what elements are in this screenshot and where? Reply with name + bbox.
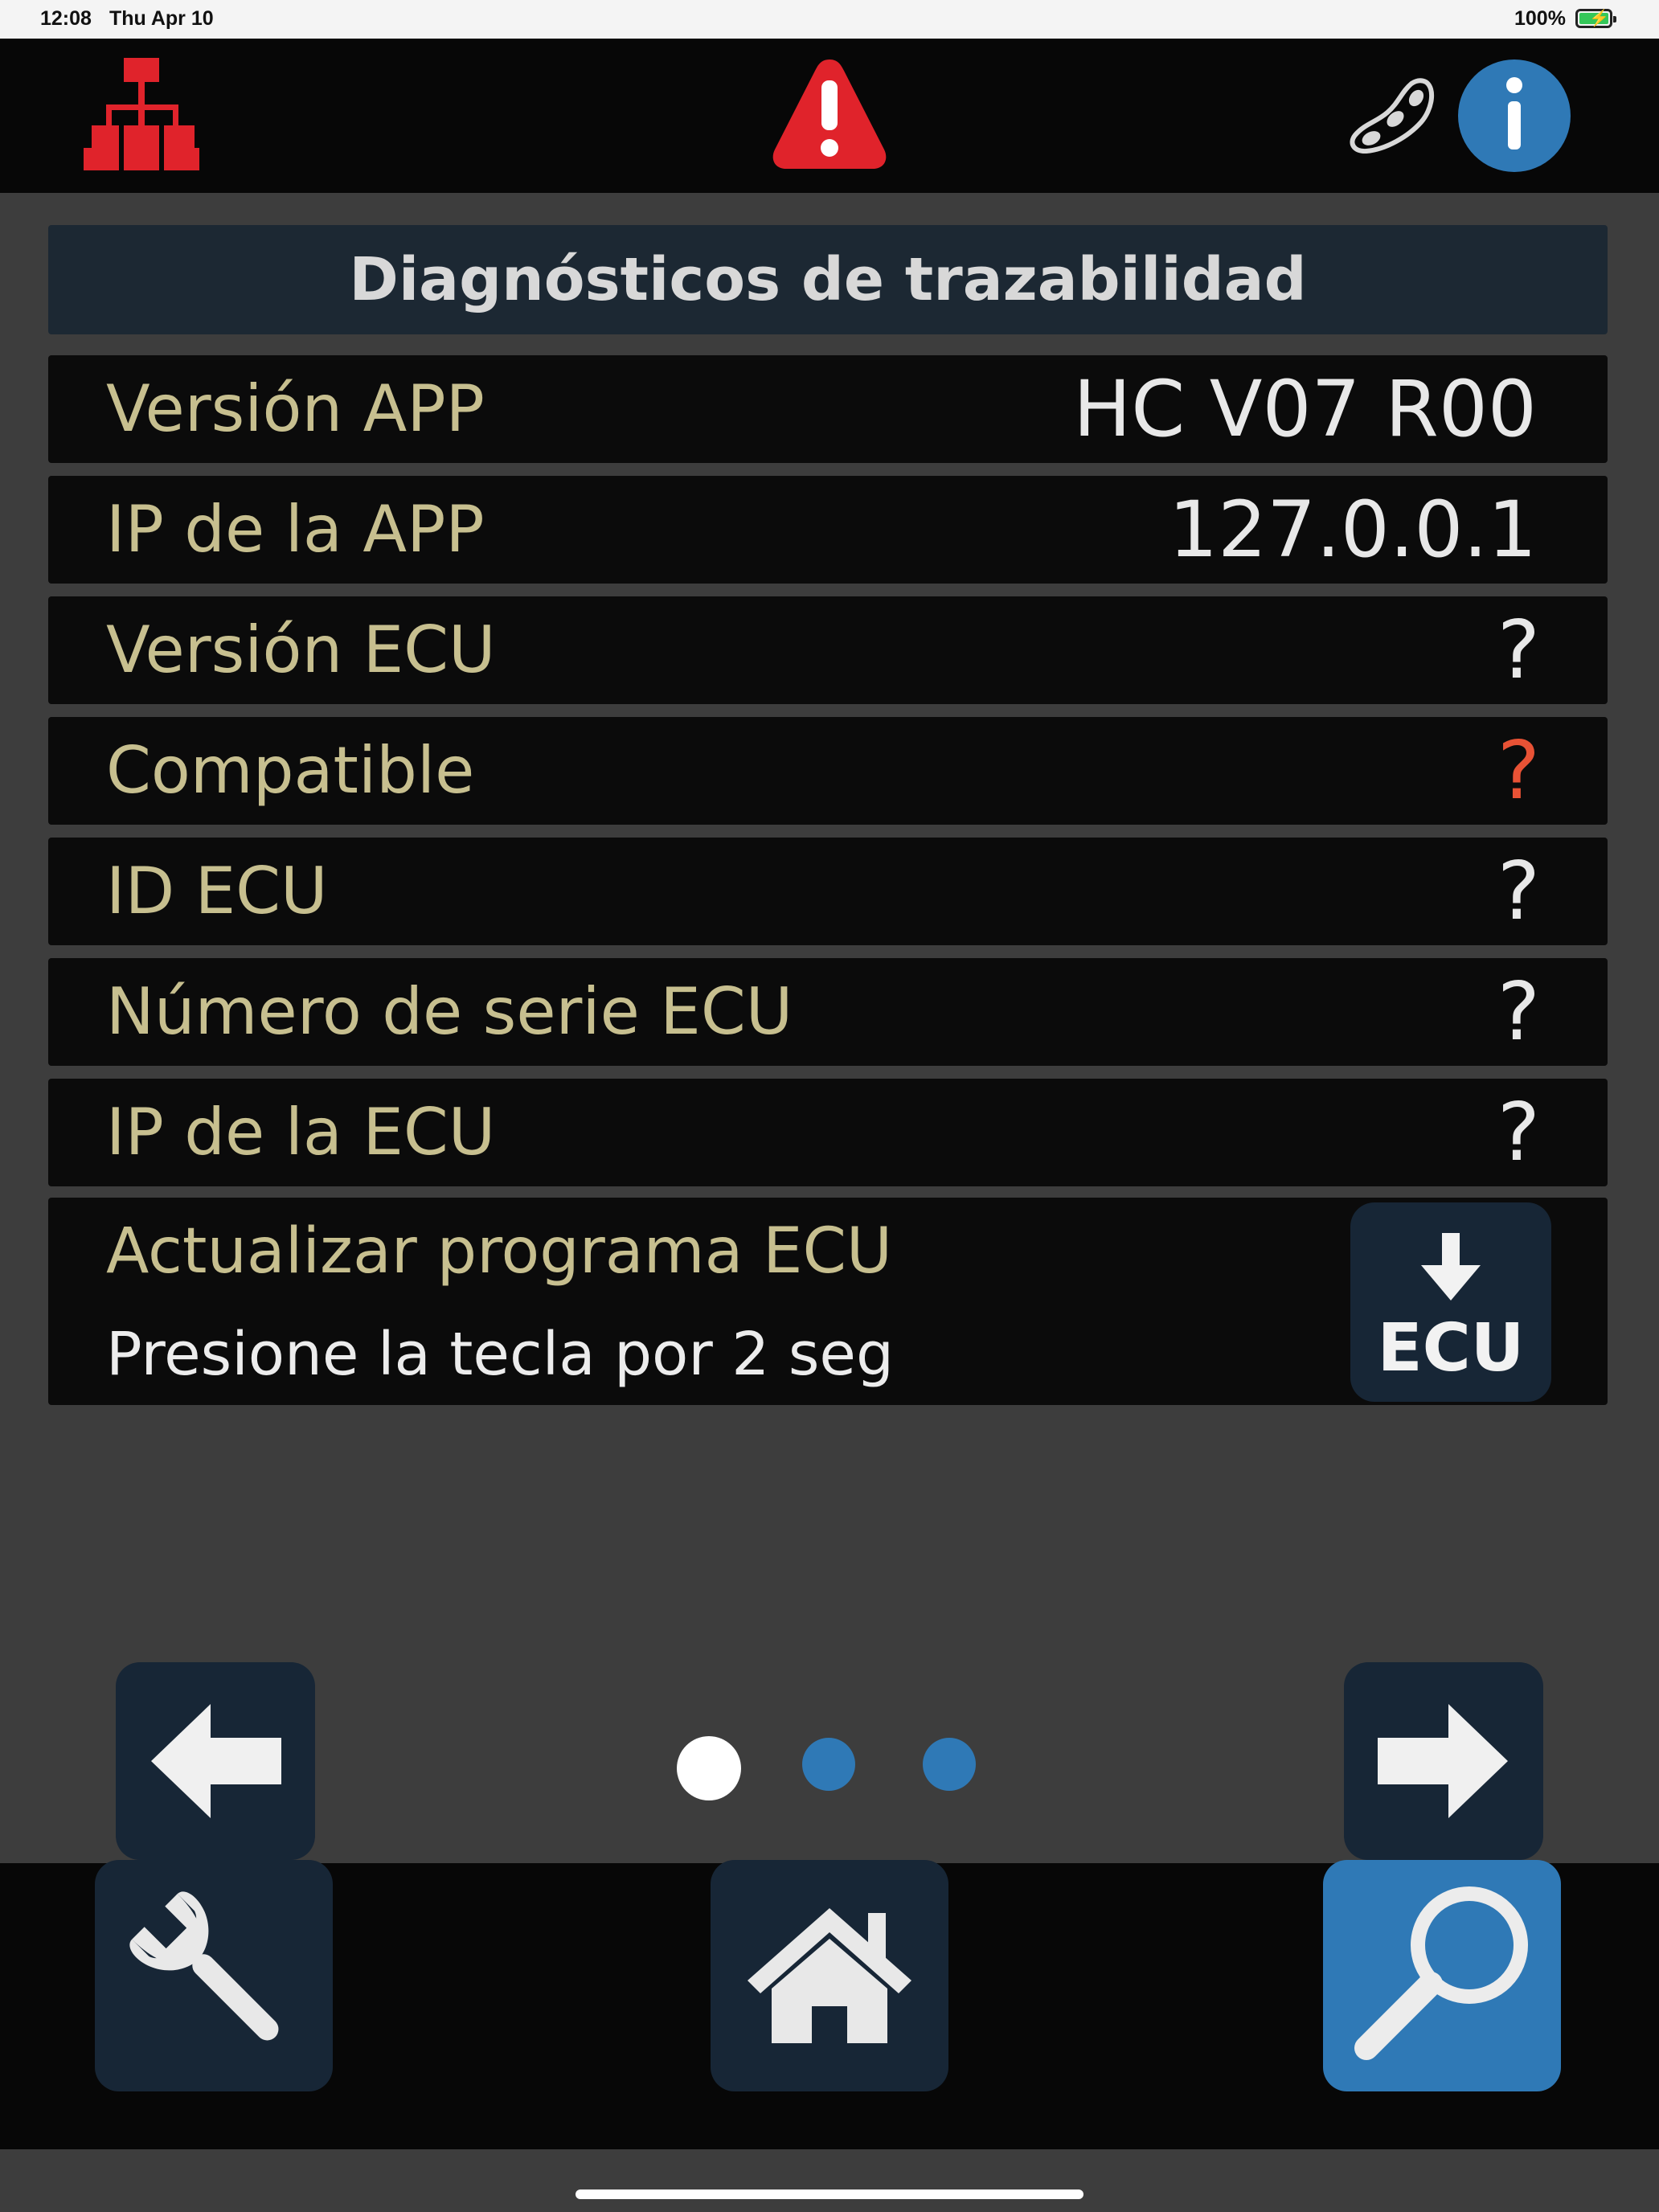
update-title: Actualizar programa ECU <box>106 1215 893 1288</box>
row-label: IP de la ECU <box>106 1095 496 1169</box>
magnifier-icon <box>1354 1886 1528 2060</box>
battery-percentage: 100% <box>1514 7 1566 30</box>
row-label: Versión ECU <box>106 612 496 687</box>
row-ecu-serial: Número de serie ECU ? <box>48 958 1608 1066</box>
row-label: IP de la APP <box>106 492 485 567</box>
row-value: ? <box>1497 1085 1540 1179</box>
page-indicator-dot-2[interactable] <box>802 1738 855 1791</box>
row-app-ip: IP de la APP 127.0.0.1 <box>48 476 1608 584</box>
search-tab-button[interactable] <box>1323 1860 1561 2091</box>
arrow-left-icon <box>151 1704 281 1818</box>
update-hint: Presione la tecla por 2 seg <box>106 1320 894 1389</box>
row-value: ? <box>1497 965 1540 1059</box>
status-bar: 12:08 Thu Apr 10 100% ⚡ <box>0 0 1659 39</box>
home-icon <box>748 1908 911 2043</box>
bean-icon[interactable] <box>1349 77 1437 158</box>
update-ecu-button-label: ECU <box>1377 1310 1525 1387</box>
page-title-panel: Diagnósticos de trazabilidad <box>48 225 1608 334</box>
page-indicator-dot-3[interactable] <box>923 1738 976 1791</box>
status-time: 12:08 <box>40 7 92 30</box>
row-update-ecu: Actualizar programa ECU Presione la tecl… <box>48 1198 1608 1405</box>
previous-page-button[interactable] <box>116 1662 315 1860</box>
update-ecu-button[interactable]: ECU <box>1350 1202 1551 1402</box>
row-label: Versión APP <box>106 371 485 446</box>
row-value: HC V07 R00 <box>1073 364 1537 454</box>
page-title: Diagnósticos de trazabilidad <box>349 245 1307 314</box>
info-icon <box>1506 77 1522 150</box>
home-indicator[interactable] <box>576 2189 1083 2199</box>
row-label: Compatible <box>106 733 475 808</box>
row-label: ID ECU <box>106 854 328 928</box>
tools-tab-button[interactable] <box>95 1860 333 2091</box>
download-arrow-icon <box>1421 1233 1481 1301</box>
row-value: 127.0.0.1 <box>1168 485 1537 575</box>
top-bar <box>0 39 1659 193</box>
network-icon[interactable] <box>84 58 201 170</box>
wrench-icon <box>129 1891 279 2041</box>
row-value: ? <box>1497 603 1540 697</box>
row-value: ? <box>1497 723 1540 817</box>
status-date: Thu Apr 10 <box>109 7 214 30</box>
row-ecu-version: Versión ECU ? <box>48 596 1608 704</box>
row-value: ? <box>1497 844 1540 938</box>
next-page-button[interactable] <box>1344 1662 1543 1860</box>
arrow-right-icon <box>1378 1704 1508 1818</box>
home-tab-button[interactable] <box>711 1860 948 2091</box>
page-indicator-dot-1[interactable] <box>677 1736 741 1800</box>
row-label: Número de serie ECU <box>106 974 793 1049</box>
row-ecu-ip: IP de la ECU ? <box>48 1079 1608 1186</box>
battery-icon: ⚡ <box>1575 9 1616 28</box>
info-button[interactable] <box>1458 59 1571 172</box>
alert-icon[interactable] <box>770 56 889 172</box>
row-app-version: Versión APP HC V07 R00 <box>48 355 1608 463</box>
row-ecu-id: ID ECU ? <box>48 838 1608 945</box>
row-compatible: Compatible ? <box>48 717 1608 825</box>
